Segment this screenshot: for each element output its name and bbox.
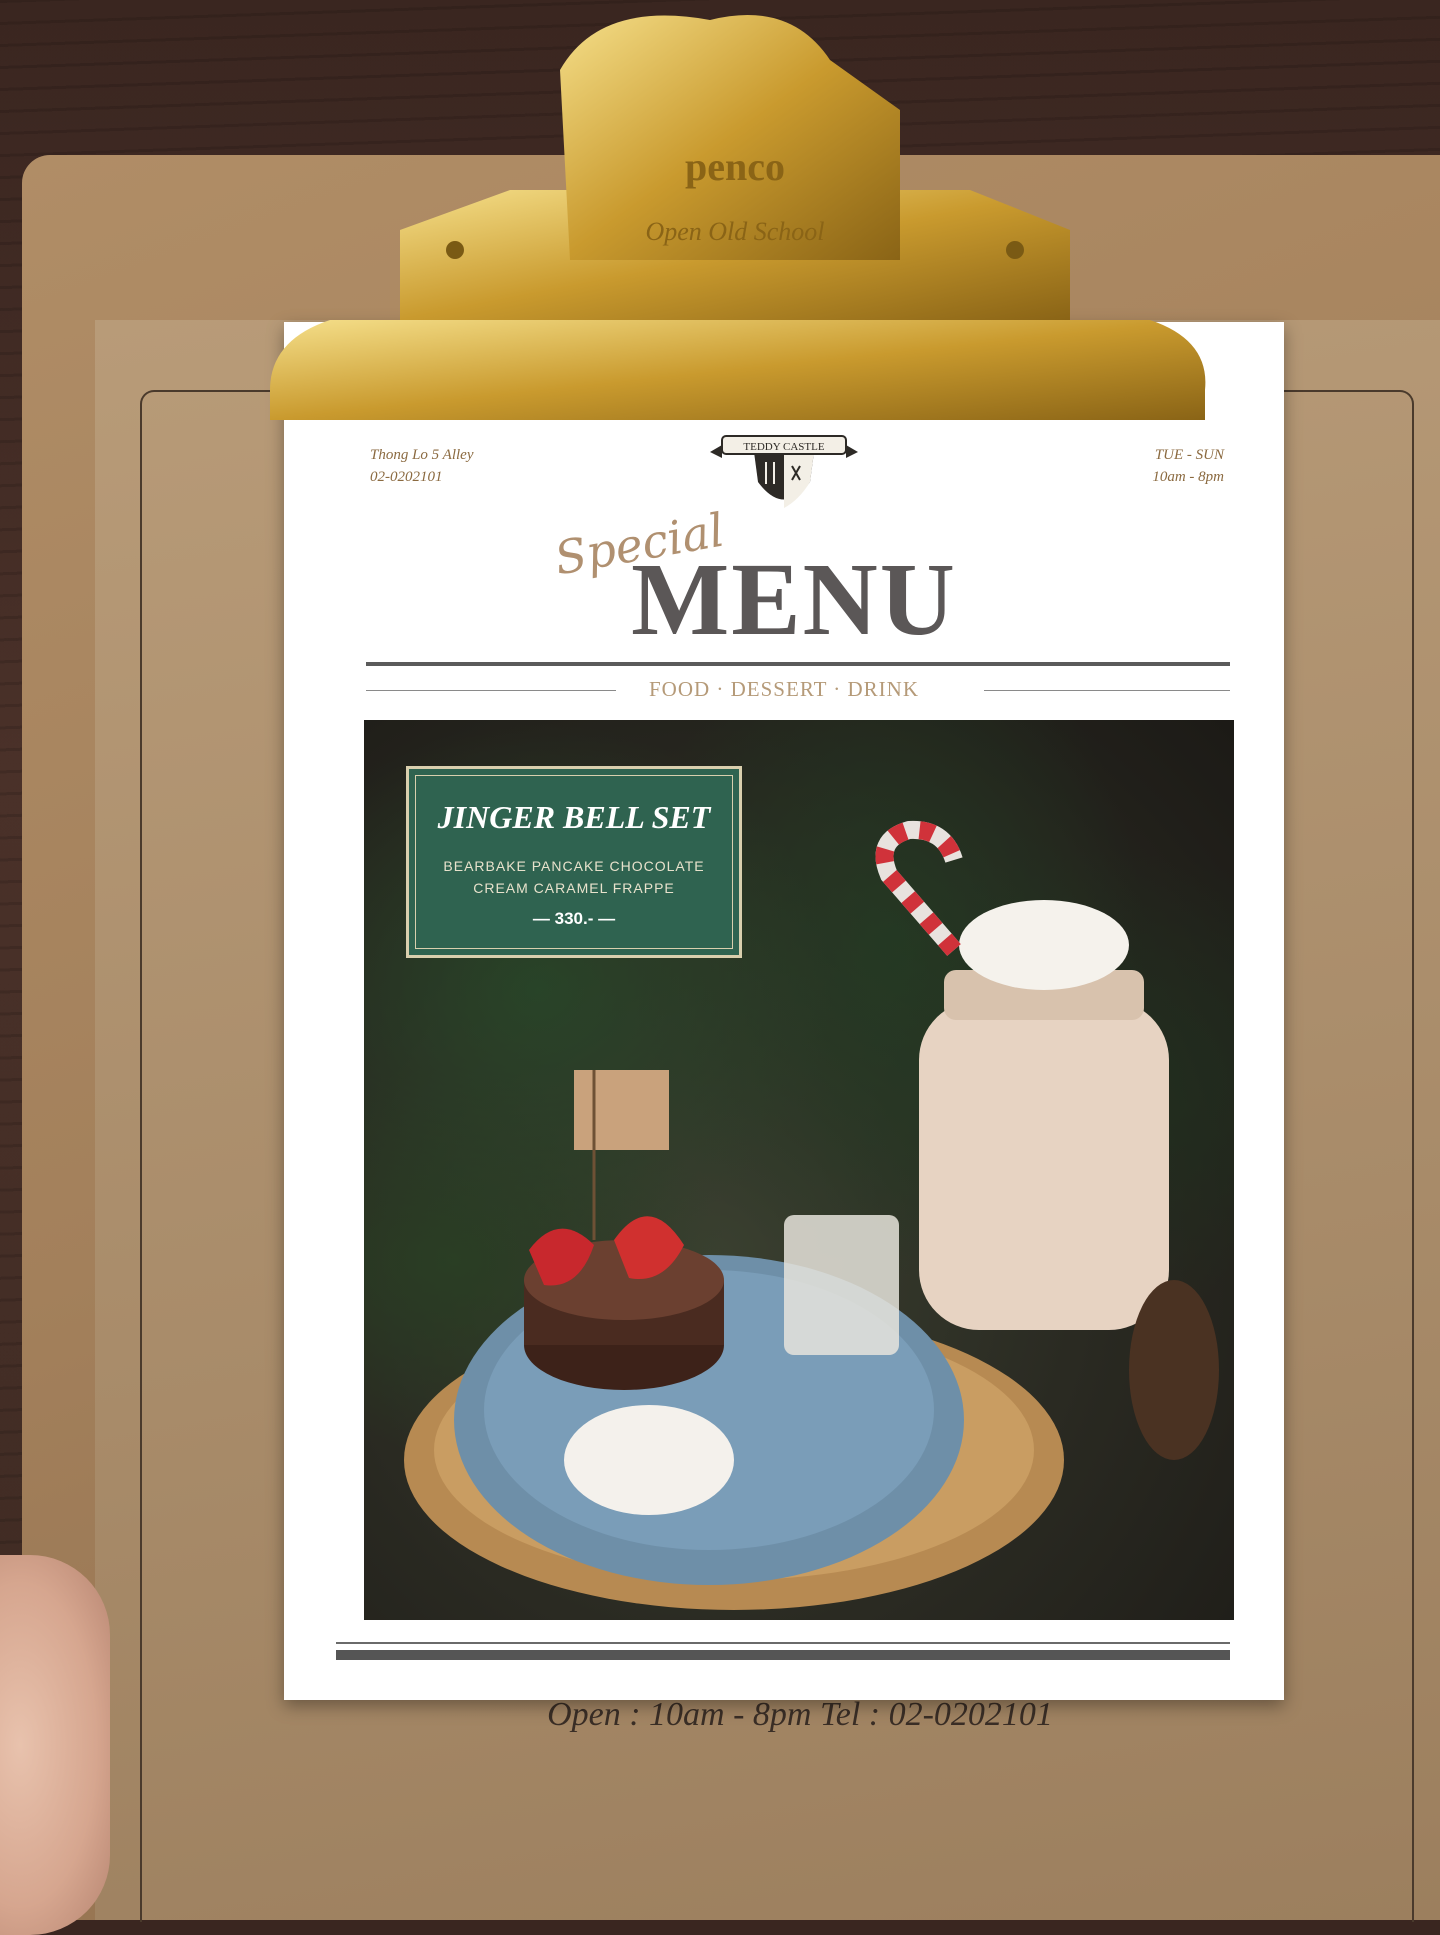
back-menu-footer: Open : 10am - 8pm Tel : 02-0202101 [547,1696,1053,1733]
category-nav: FOOD · DESSERT · DRINK [648,677,920,701]
teddy-flag [574,1070,669,1150]
header-right: TUE - SUN 10am - 8pm [1152,444,1224,488]
clip-slogan: Open Old School [645,217,824,246]
whipped-cream [564,1405,734,1515]
crest-text: TEDDY CASTLE [743,441,824,453]
promo-name: JINGER BELL SET [437,799,711,835]
open-days: TUE - SUN [1154,447,1224,463]
bottom-rule-thin [336,1642,1230,1644]
dessert-photo: JINGER BELL SET BEARBAKE PANCAKE CHOCOLA… [364,720,1234,1620]
menu-card: Thong Lo 5 Alley 02-0202101 TEDDY CASTLE… [284,322,1284,1700]
open-hours: 10am - 8pm [1152,469,1224,485]
hand-finger [0,1555,110,1935]
clipboard-clip: penco Open Old School [270,15,1206,420]
clip-brand: penco [685,144,785,189]
pine-cone [1129,1280,1219,1460]
phone: 02-0202101 [370,469,443,485]
address: Thong Lo 5 Alley [370,447,474,463]
header-left: Thong Lo 5 Alley 02-0202101 [370,444,473,488]
frappe-whipped-top [959,900,1129,990]
bottom-rule-thick [336,1650,1230,1660]
promo-card: JINGER BELL SET BEARBAKE PANCAKE CHOCOLA… [406,766,742,958]
promo-price: — 330.- — [532,909,616,928]
promo-desc-line2: CREAM CARAMEL FRAPPE [473,880,675,896]
sauce-glass [784,1215,899,1355]
frappe-jar [919,1000,1169,1330]
promo-price-value: 330.- [554,909,594,928]
title-rule [366,662,1230,666]
promo-description: BEARBAKE PANCAKE CHOCOLATE CREAM CARAMEL… [409,855,739,899]
promo-desc-line1: BEARBAKE PANCAKE CHOCOLATE [443,858,705,874]
menu-title: MENU [631,542,957,657]
